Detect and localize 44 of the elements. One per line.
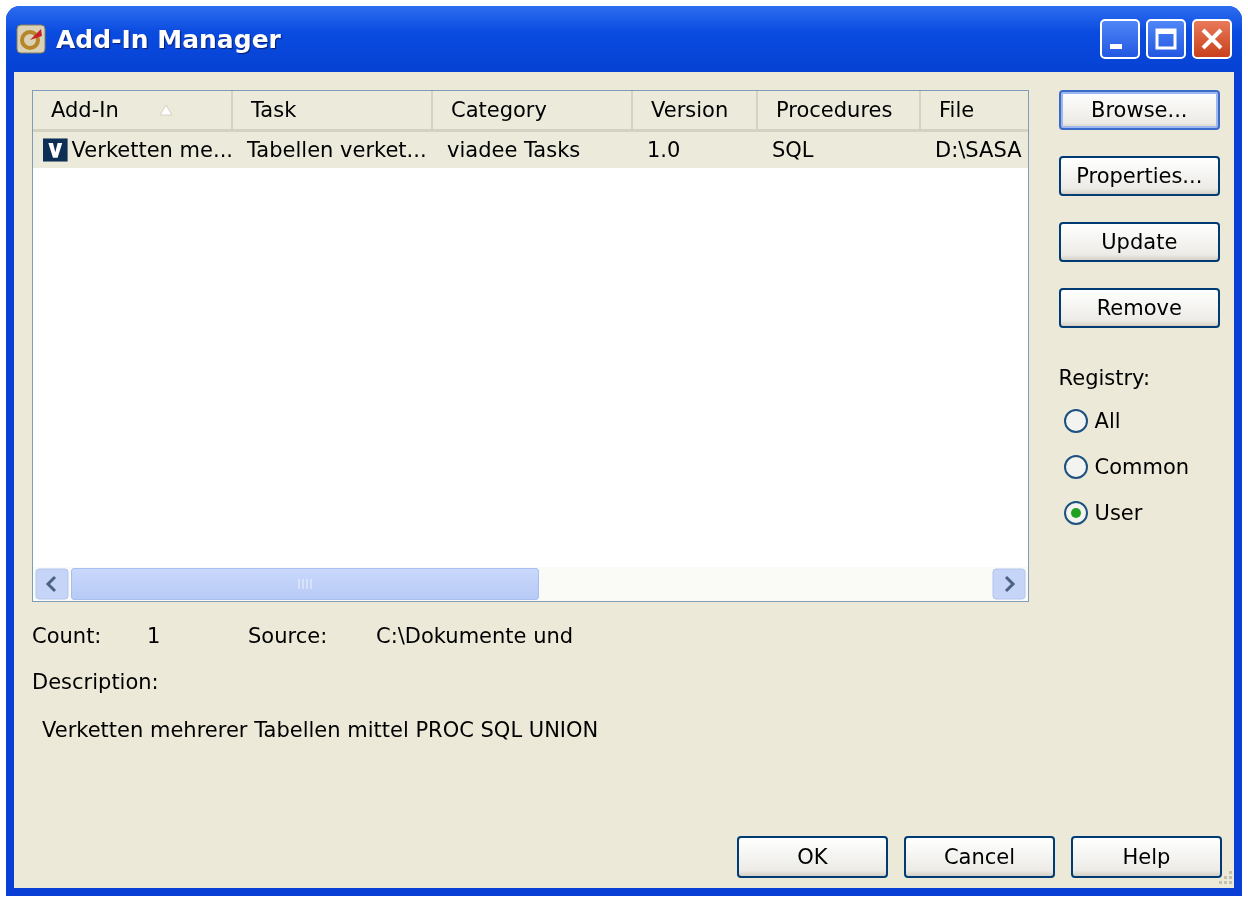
scroll-thumb[interactable] — [71, 568, 539, 600]
app-icon — [16, 24, 46, 54]
window-title: Add-In Manager — [56, 24, 282, 54]
scroll-left-icon[interactable] — [35, 568, 69, 600]
dialog-button[interactable]: Remove — [1058, 288, 1220, 328]
table-cell: viadee Tasks — [447, 138, 581, 162]
table-cell: Verketten me... — [71, 138, 233, 162]
radio-option[interactable]: User — [1062, 500, 1220, 526]
dialog-button[interactable]: Properties... — [1058, 156, 1220, 196]
dialog-button[interactable]: Help — [1071, 836, 1222, 878]
column-header[interactable]: Category — [433, 91, 633, 129]
description-label: Description: — [32, 670, 160, 694]
horizontal-scrollbar[interactable] — [33, 567, 1028, 601]
column-header[interactable]: Add-In — [33, 91, 233, 129]
table-cell: Tabellen verket... — [247, 138, 427, 162]
maximize-button[interactable] — [1146, 19, 1186, 59]
registry-label: Registry: — [1058, 366, 1152, 390]
description-text: Verketten mehrerer Tabellen mittel PROC SQL UNION — [42, 718, 600, 742]
minimize-icon — [1110, 43, 1122, 49]
count-label: Count: — [32, 624, 103, 648]
count-value: 1 — [147, 624, 162, 648]
radio-icon[interactable] — [1062, 500, 1089, 526]
source-label: Source: — [248, 624, 329, 648]
list-row[interactable]: Verketten me... Tabellen verket... viadee Tasks 1.0 SQL D:\SASA — [33, 132, 1028, 168]
table-cell: SQL — [772, 138, 814, 162]
dialog-button[interactable]: Cancel — [904, 836, 1055, 878]
letter-v-icon — [43, 135, 68, 165]
source-path: C:\Dokumente und — [376, 624, 574, 648]
minimize-button[interactable] — [1100, 19, 1140, 59]
column-header[interactable]: Version — [633, 91, 758, 129]
table-cell: 1.0 — [647, 138, 681, 162]
radio-icon[interactable] — [1062, 408, 1089, 434]
radio-icon[interactable] — [1062, 454, 1089, 480]
column-header[interactable]: File — [921, 91, 1028, 129]
radio-option[interactable]: Common — [1062, 454, 1220, 480]
column-header[interactable]: Task — [233, 91, 433, 129]
table-cell: D:\SASA — [935, 138, 1022, 162]
close-button[interactable] — [1192, 19, 1232, 59]
column-header[interactable]: Procedures — [758, 91, 921, 129]
dialog-button[interactable]: OK — [737, 836, 888, 878]
scroll-right-icon[interactable] — [991, 568, 1026, 600]
dialog-button[interactable]: Update — [1058, 222, 1220, 262]
dialog-button[interactable]: Browse... — [1058, 90, 1220, 130]
radio-option[interactable]: All — [1062, 408, 1220, 434]
